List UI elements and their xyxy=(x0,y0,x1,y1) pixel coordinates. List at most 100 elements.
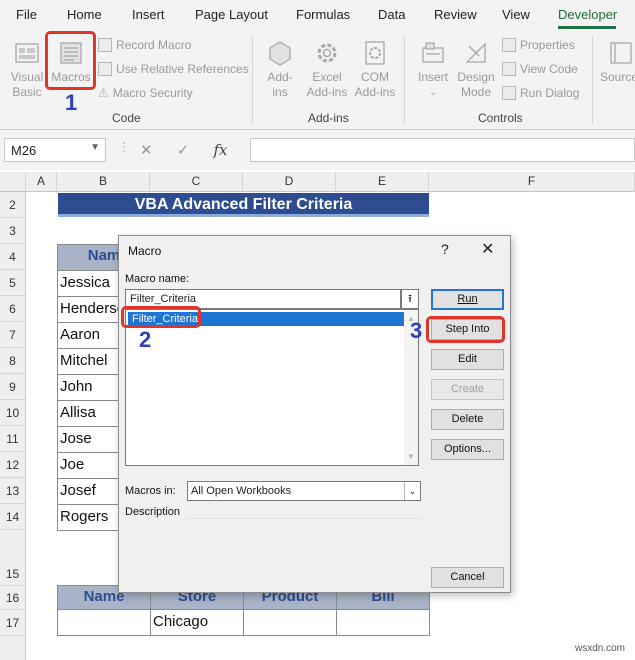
criteria-cell[interactable]: Chicago xyxy=(150,609,244,636)
description-divider xyxy=(187,518,421,519)
watermark: wsxdn.com xyxy=(575,643,626,654)
add-ins-button[interactable]: Add- ins xyxy=(260,38,300,100)
criteria-cell[interactable] xyxy=(57,609,151,636)
gear-icon xyxy=(317,43,337,63)
com-add-ins-button[interactable]: COM Add-ins xyxy=(352,38,398,100)
tab-developer[interactable]: Developer xyxy=(558,7,617,22)
view-code-icon xyxy=(502,62,516,76)
row-header[interactable]: 2 xyxy=(0,192,26,218)
row-header[interactable]: 6 xyxy=(0,296,26,322)
column-header-a[interactable]: A xyxy=(26,172,57,192)
column-header-b[interactable]: B xyxy=(57,172,150,192)
chevron-down-icon[interactable]: ⌄ xyxy=(404,482,420,500)
visual-basic-label-1: Visual xyxy=(10,70,44,84)
check-icon[interactable]: ✓ xyxy=(177,142,190,159)
tab-home[interactable]: Home xyxy=(67,7,102,22)
insert-control-label: Insert xyxy=(417,70,448,84)
step-into-highlight xyxy=(426,316,505,343)
cancel-button[interactable]: Cancel xyxy=(431,567,504,588)
formula-input[interactable] xyxy=(250,138,635,162)
tab-page-layout[interactable]: Page Layout xyxy=(195,7,268,22)
record-macro-button[interactable]: Record Macro xyxy=(98,38,191,52)
delete-button-label: Delete xyxy=(451,413,484,425)
delete-button[interactable]: Delete xyxy=(431,409,504,430)
create-button[interactable]: Create xyxy=(431,379,504,400)
com-add-ins-label-1: COM xyxy=(361,70,389,84)
tab-file[interactable]: File xyxy=(16,7,37,22)
excel-add-ins-button[interactable]: Excel Add-ins xyxy=(303,38,351,100)
controls-group-label: Controls xyxy=(478,111,523,125)
row-header[interactable]: 12 xyxy=(0,452,26,478)
row-header[interactable]: 3 xyxy=(0,218,26,244)
macro-list[interactable]: Filter_Criteria ▲ ▼ xyxy=(125,309,419,466)
cancel-icon[interactable]: ✕ xyxy=(140,142,153,159)
help-icon[interactable]: ? xyxy=(441,241,449,257)
group-separator xyxy=(252,36,253,124)
visual-basic-icon xyxy=(15,43,39,63)
view-code-button[interactable]: View Code xyxy=(502,62,578,76)
name-box-value: M26 xyxy=(11,143,37,158)
options-button-label: Options... xyxy=(443,443,492,455)
row-header[interactable]: 14 xyxy=(0,504,26,530)
dialog-title: Macro xyxy=(128,244,162,258)
row-header xyxy=(0,636,26,660)
record-macro-icon xyxy=(98,38,112,52)
row-header[interactable]: 4 xyxy=(0,244,26,270)
tab-formulas[interactable]: Formulas xyxy=(296,7,350,22)
row-header[interactable]: 16 xyxy=(0,586,26,610)
options-button[interactable]: Options... xyxy=(431,439,504,460)
run-dialog-button[interactable]: Run Dialog xyxy=(502,86,579,100)
insert-control-button[interactable]: Insert ⌄ xyxy=(414,38,452,100)
sheet-title[interactable]: VBA Advanced Filter Criteria xyxy=(58,193,429,217)
code-group-label: Code xyxy=(112,111,141,125)
row-header[interactable]: 10 xyxy=(0,400,26,426)
insert-function-icon[interactable]: fx xyxy=(214,141,228,159)
step-number-2: 2 xyxy=(139,327,152,352)
ribbon-tab-bar: File Home Insert Page Layout Formulas Da… xyxy=(0,0,635,30)
description-label: Description xyxy=(125,506,181,518)
row-header[interactable]: 9 xyxy=(0,374,26,400)
properties-button[interactable]: Properties xyxy=(502,38,575,52)
create-button-label: Create xyxy=(450,383,485,395)
com-add-ins-label-2: Add-ins xyxy=(354,85,396,99)
chevron-down-icon[interactable]: ▼ xyxy=(407,452,415,461)
row-header[interactable]: 8 xyxy=(0,348,26,374)
tab-view[interactable]: View xyxy=(502,7,530,22)
upload-arrow-icon[interactable]: ⭱ xyxy=(401,289,419,309)
name-box[interactable]: M26 ▼ xyxy=(4,138,106,162)
add-ins-label-2: ins xyxy=(272,85,288,99)
column-header-e[interactable]: E xyxy=(336,172,429,192)
use-relative-references-button[interactable]: Use Relative References xyxy=(98,62,249,76)
row-header[interactable]: 5 xyxy=(0,270,26,296)
row-header[interactable]: 13 xyxy=(0,478,26,504)
macros-in-select[interactable]: All Open Workbooks ⌄ xyxy=(187,481,421,501)
select-all-corner[interactable] xyxy=(0,172,26,192)
source-button[interactable]: Source xyxy=(600,38,635,85)
run-button-label: Run xyxy=(457,293,478,305)
row-header[interactable]: 11 xyxy=(0,426,26,452)
tab-data[interactable]: Data xyxy=(378,7,405,22)
row-header[interactable]: 17 xyxy=(0,610,26,636)
ribbon: Visual Basic Macros 1 Record Macro Use R… xyxy=(0,30,635,130)
column-header-c[interactable]: C xyxy=(150,172,243,192)
drag-handle-icon: ⋮ xyxy=(118,140,130,154)
macro-security-button[interactable]: ⚠ Macro Security xyxy=(98,86,193,100)
column-header-f[interactable]: F xyxy=(429,172,635,192)
excel-add-ins-label-2: Add-ins xyxy=(306,85,348,99)
criteria-cell[interactable] xyxy=(243,609,337,636)
row-header[interactable]: 15 xyxy=(0,530,26,586)
com-add-ins-icon xyxy=(365,41,385,65)
visual-basic-button[interactable]: Visual Basic xyxy=(8,38,46,100)
tab-insert[interactable]: Insert xyxy=(132,7,165,22)
edit-button[interactable]: Edit xyxy=(431,349,504,370)
criteria-cell[interactable] xyxy=(336,609,430,636)
row-header[interactable]: 7 xyxy=(0,322,26,348)
column-header-d[interactable]: D xyxy=(243,172,336,192)
close-icon[interactable]: ✕ xyxy=(481,239,494,259)
run-button[interactable]: Run xyxy=(431,289,504,310)
design-mode-button[interactable]: Design Mode xyxy=(454,38,498,100)
edit-button-label: Edit xyxy=(458,353,477,365)
design-mode-label-1: Design xyxy=(457,70,495,84)
add-ins-icon xyxy=(269,41,291,66)
tab-review[interactable]: Review xyxy=(434,7,477,22)
